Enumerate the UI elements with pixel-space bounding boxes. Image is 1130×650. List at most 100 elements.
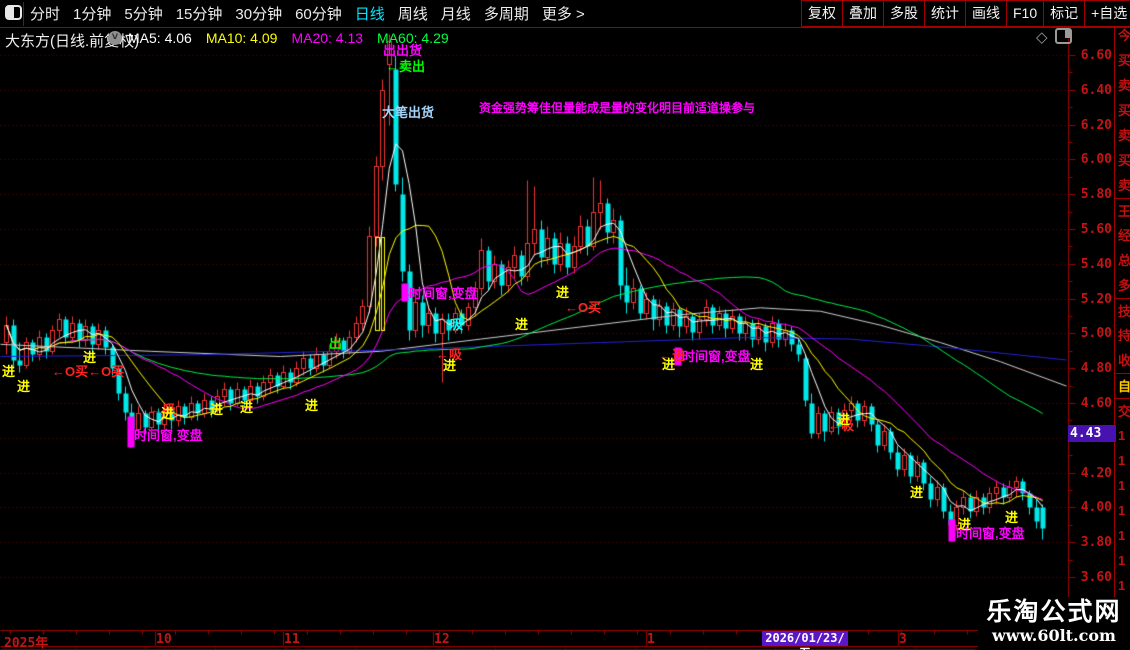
price-label-3.80: 3.80 [1080,535,1112,551]
annotation-28: 进 [837,412,851,427]
right-strip-fragment-17: 1 [1118,453,1126,468]
price-label-4.60: 4.60 [1080,396,1112,411]
period-tabs: 分时 1分钟 5分钟 15分钟 30分钟 60分钟 日线 周线 月线 多周期 更多 > [30,0,585,27]
ma-values: MA5: 4.06 MA10: 4.09 MA20: 4.13 MA60: 4.29 [128,30,463,46]
right-strip-fragment-6: 卖 [1118,178,1130,193]
right-strip-fragment-15: 交 [1115,398,1130,423]
toolbar-button-5[interactable]: F10 [1006,0,1045,27]
tab-5[interactable]: 60分钟 [295,3,342,24]
date-label-0: 2025年 [4,636,49,650]
annotation-8: 出 [329,336,343,351]
toolbar-button-3[interactable]: 统计 [924,0,966,27]
right-strip-fragment-4: 卖 [1118,128,1130,143]
annotation-26: 进 [750,357,764,372]
tab-2[interactable]: 5分钟 [124,3,162,24]
annotation-3: 资金强势筹佳但量能成是量的变化明目前适道操参与 [479,101,756,115]
tab-3[interactable]: 15分钟 [176,3,223,24]
annotation-30: 进 [958,517,972,532]
price-label-4.00: 4.00 [1080,500,1112,516]
price-label-5.80: 5.80 [1080,187,1112,203]
annotation-29: 进 [910,485,924,500]
annotation-16: 进 [2,364,16,379]
chevron-down-icon[interactable]: ˅ [108,31,122,45]
price-label-6.40: 6.40 [1080,82,1112,98]
tab-4[interactable]: 30分钟 [235,3,282,24]
right-strip-fragment-5: 买 [1118,153,1130,168]
annotation-23: 进 [305,398,319,413]
stock-chart-app: 分时 1分钟 5分钟 15分钟 30分钟 60分钟 日线 周线 月线 多周期 更多 > 复权 叠加 多股… [0,0,1130,650]
annotation-21: 进 [210,402,224,417]
split-pane-icon[interactable] [1055,28,1072,44]
toolbar-button-2[interactable]: 多股 [883,0,925,27]
right-strip-fragment-2: 卖 [1118,78,1130,93]
price-label-6.20: 6.20 [1080,117,1112,133]
right-strip-fragment-11: 技 [1115,298,1130,323]
tab-10[interactable]: 更多 > [542,3,585,24]
watermark-url: www.60lt.com [992,626,1116,645]
right-strip-fragment-19: 1 [1118,503,1126,518]
right-strip-fragment-7: 王 [1115,198,1130,223]
ma-value-1: MA10: 4.09 [205,30,278,46]
right-strip-fragment-16: 1 [1118,428,1126,443]
ma-value-2: MA20: 4.13 [291,30,364,46]
annotation-14: ←O买 [565,300,602,315]
toolbar-button-4[interactable]: 画线 [965,0,1007,27]
diamond-icon[interactable]: ◇ [1036,28,1048,46]
toolbar-button-1[interactable]: 叠加 [842,0,884,27]
right-strip-fragment-12: 持 [1118,328,1130,343]
ma-value-0: MA5: 4.06 [128,30,192,46]
toolbar-buttons: 复权叠加多股统计画线F10标记+自选返回 [801,0,1130,27]
tab-6[interactable]: 日线 [355,3,385,24]
right-strip-fragment-20: 1 [1118,528,1126,543]
toolbar-divider [23,2,24,26]
price-label-6.60: 6.60 [1080,48,1112,63]
toolbar-button-0[interactable]: 复权 [801,0,843,27]
price-label-4.20: 4.20 [1080,465,1112,481]
annotation-17: 进 [17,379,31,394]
annotation-11: 进 [443,358,457,373]
selected-date-badge: 2026/01/23/五 [762,631,848,650]
right-strip-fragment-1: 买 [1118,53,1130,68]
date-label-2: 11 [284,632,300,647]
right-strip-fragment-13: 收 [1118,353,1130,368]
price-label-6.00: 6.00 [1080,152,1112,168]
tab-1[interactable]: 1分钟 [73,3,111,24]
price-label-5.40: 5.40 [1080,256,1112,272]
toolbar-button-7[interactable]: +自选 [1084,0,1130,27]
annotation-2: 大笔出货 [382,105,435,120]
right-strip-fragment-10: 多 [1118,278,1130,293]
date-label-5: 3 [899,632,907,647]
price-label-3.60: 3.60 [1080,570,1112,585]
right-strip-fragment-22: 1 [1118,578,1126,593]
date-label-1: 10 [156,632,172,647]
toolbar: 分时 1分钟 5分钟 15分钟 30分钟 60分钟 日线 周线 月线 多周期 更多 > 复权 叠加 多股… [0,0,1130,28]
right-strip-fragment-9: 总 [1118,253,1130,268]
price-label-5.20: 5.20 [1080,291,1112,307]
price-label-5.60: 5.60 [1080,222,1112,237]
panel-toggle-icon[interactable] [5,5,22,20]
right-strip-fragment-3: 买 [1118,103,1130,118]
info-bar: 大东方(日线.前复权) ˅ MA5: 4.06 MA10: 4.09 MA20: 4… [0,28,1110,50]
annotation-25: 进 [662,357,676,372]
right-panel-edge: 今买卖买卖买卖王经总多技持收自交11111111 [1114,22,1130,650]
tab-7[interactable]: 周线 [398,3,428,24]
annotation-31: 进 [1005,510,1019,525]
annotation-6: 时间窗,变盘 [682,349,751,364]
date-label-3: 12 [434,632,450,647]
right-strip-fragment-21: 1 [1118,553,1126,568]
toolbar-button-6[interactable]: 标记 [1043,0,1086,27]
tab-8[interactable]: 月线 [441,3,471,24]
right-strip-fragment-8: 经 [1118,228,1130,243]
price-label-4.80: 4.80 [1080,361,1112,377]
date-label-4: 1 [647,632,655,647]
current-price-badge: 4.43 [1068,424,1116,442]
annotation-13: 进 [556,285,570,300]
tab-9[interactable]: 多周期 [484,3,529,24]
right-strip-fragment-18: 1 [1118,478,1126,493]
candlestick-chart-canvas[interactable] [0,0,1130,650]
annotation-5: 时间窗,变盘 [134,428,203,443]
annotation-22: 进 [240,400,254,415]
tab-0[interactable]: 分时 [30,3,60,24]
annotation-1: ←卖出 [386,59,426,74]
annotation-12: 进 [515,317,529,332]
